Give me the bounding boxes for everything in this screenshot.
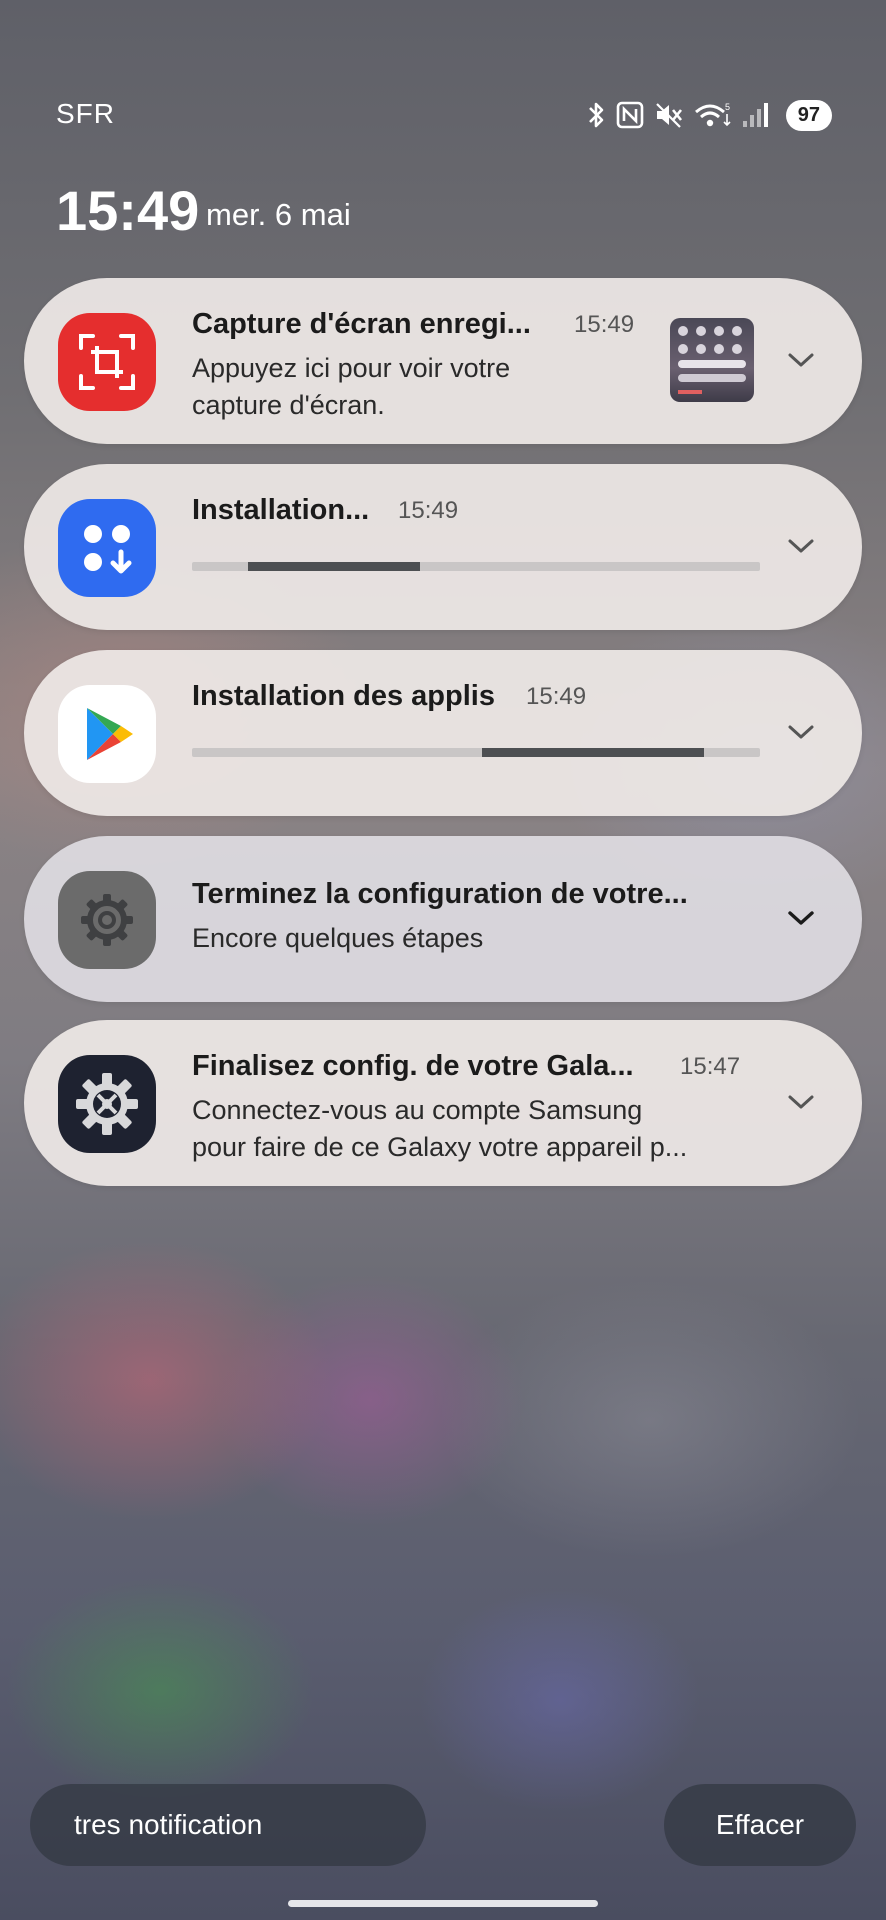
- svg-text:5: 5: [725, 102, 730, 112]
- play-store-icon: [58, 685, 156, 783]
- screenshot-icon: [58, 313, 156, 411]
- notification-time: 15:49: [574, 311, 635, 338]
- chevron-down-icon[interactable]: [786, 720, 816, 744]
- settings-gear-icon: [58, 871, 156, 969]
- home-indicator[interactable]: [288, 1900, 598, 1907]
- notification-galaxy-store-install[interactable]: Installation... 15:49: [24, 464, 862, 630]
- carrier-name: SFR: [56, 98, 115, 129]
- notification-body-line: pour faire de ce Galaxy votre appareil p…: [192, 1132, 688, 1162]
- chevron-down-icon[interactable]: [786, 1090, 816, 1114]
- notification-play-store-install[interactable]: Installation des applis 15:49: [24, 650, 862, 816]
- chevron-down-icon[interactable]: [786, 348, 816, 372]
- status-bar: SFR 5 97 15:49 mer. 6 mai: [0, 0, 886, 242]
- mute-icon: [655, 103, 682, 128]
- other-notifications-label: tres notification: [74, 1809, 263, 1840]
- chevron-down-icon[interactable]: [786, 534, 816, 558]
- lockscreen-date: mer. 6 mai: [206, 197, 351, 232]
- device-setup-icon: [58, 1055, 156, 1153]
- bluetooth-icon: [588, 102, 604, 128]
- notification-screenshot[interactable]: Capture d'écran enregi... 15:49 Appuyez …: [24, 278, 862, 444]
- status-icons: 5 97: [586, 98, 832, 132]
- notification-title: Finalisez config. de votre Gala...: [192, 1050, 634, 1082]
- other-notifications-button[interactable]: tres notification: [30, 1784, 426, 1866]
- install-progress-bar: [192, 562, 760, 571]
- notification-finish-setup[interactable]: Terminez la configuration de votre... En…: [24, 836, 862, 1002]
- notification-title: Installation des applis: [192, 680, 495, 712]
- notification-title: Capture d'écran enregi...: [192, 308, 531, 340]
- lockscreen-clock: 15:49: [56, 179, 200, 242]
- notification-body-line: Connectez-vous au compte Samsung: [192, 1095, 643, 1125]
- clear-all-button[interactable]: Effacer: [664, 1784, 856, 1866]
- clear-all-label: Effacer: [715, 1809, 805, 1840]
- notification-time: 15:47: [680, 1053, 741, 1080]
- signal-icon: [742, 103, 768, 127]
- install-progress-fill: [248, 562, 420, 571]
- notification-body: Connectez-vous au compte Samsung pour fa…: [192, 1092, 792, 1166]
- battery-level: 97: [785, 99, 832, 131]
- galaxy-store-icon: [58, 499, 156, 597]
- install-progress-bar: [192, 748, 760, 757]
- notification-time: 15:49: [398, 497, 459, 524]
- notification-title: Installation...: [192, 494, 370, 526]
- notification-time: 15:49: [526, 683, 587, 710]
- notification-body-line: Encore quelques étapes: [192, 923, 484, 953]
- nfc-icon: [616, 101, 644, 129]
- notification-title: Terminez la configuration de votre...: [192, 878, 688, 910]
- screenshot-thumbnail[interactable]: [670, 318, 754, 402]
- notification-body: Encore quelques étapes: [192, 920, 792, 957]
- chevron-down-icon[interactable]: [786, 906, 816, 930]
- wifi-icon: 5: [694, 102, 731, 127]
- install-progress-fill: [482, 748, 704, 757]
- notification-galaxy-setup[interactable]: Finalisez config. de votre Gala... 15:47…: [24, 1020, 862, 1186]
